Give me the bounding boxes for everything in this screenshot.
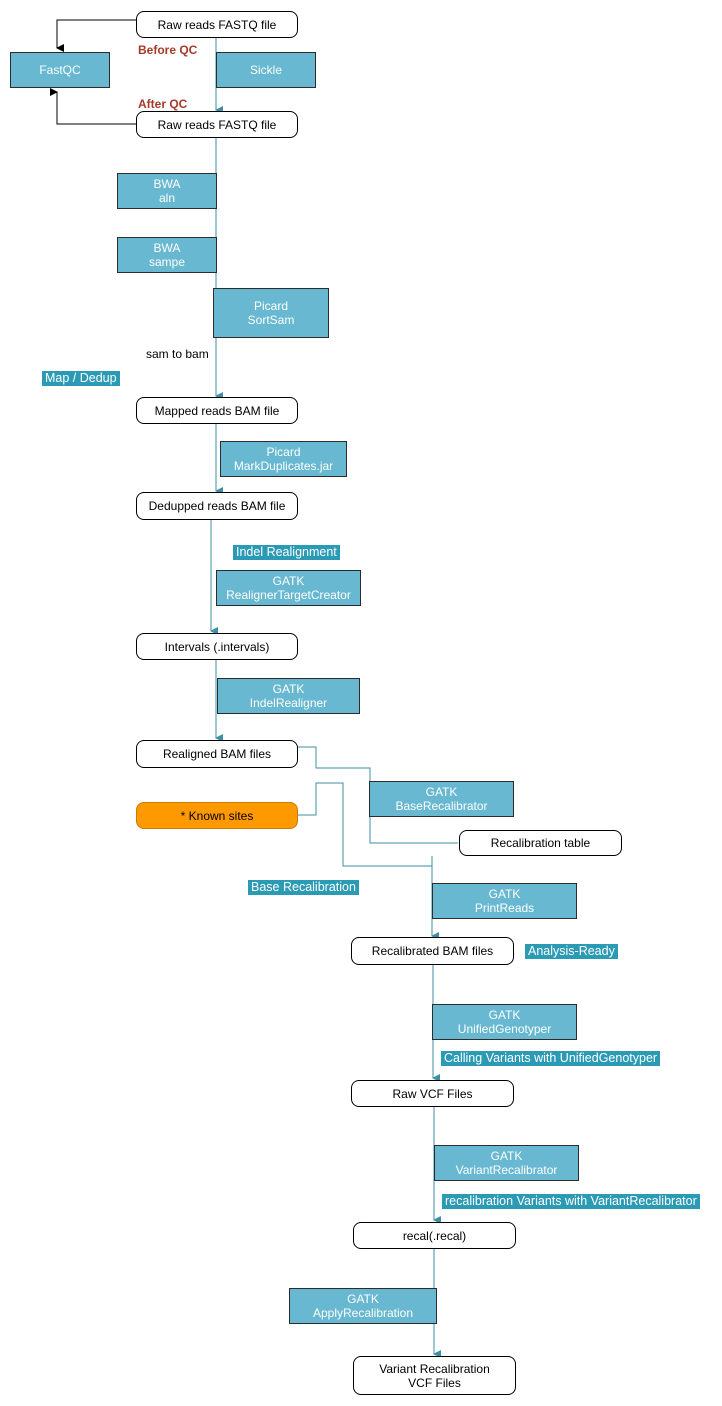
tool-label-2: aln: [158, 191, 175, 205]
tool-label-1: GATK: [347, 1292, 379, 1306]
stage-map-dedup: Map / Dedup: [42, 371, 120, 386]
label-sam-to-bam: sam to bam: [146, 347, 209, 361]
node-label-line2: VCF Files: [408, 1375, 461, 1390]
node-realigned-bam[interactable]: Realigned BAM files: [136, 740, 298, 768]
tool-label-1: GATK: [488, 1008, 521, 1022]
stage-recal-variants: recalibration Variants with VariantRecal…: [442, 1194, 700, 1209]
tool-label: Sickle: [249, 63, 282, 77]
tool-label-1: BWA: [153, 241, 181, 255]
tool-label-2: BaseRecalibrator: [395, 799, 488, 813]
node-label: Recalibrated BAM files: [371, 944, 494, 958]
tool-label-2: PrintReads: [474, 901, 535, 915]
tool-label-2: ApplyRecalibration: [312, 1306, 414, 1320]
tool-gatk-printreads[interactable]: GATK PrintReads: [432, 883, 577, 919]
node-label: * Known sites: [180, 808, 254, 823]
tool-fastqc[interactable]: FastQC: [10, 52, 110, 88]
tool-gatk-ug[interactable]: GATK UnifiedGenotyper: [432, 1004, 577, 1040]
tool-label-1: GATK: [272, 574, 305, 588]
tool-picard-markdup[interactable]: Picard MarkDuplicates.jar: [220, 441, 347, 477]
node-label: Mapped reads BAM file: [154, 403, 280, 418]
node-label: Recalibration table: [490, 836, 591, 850]
stage-indel-realignment: Indel Realignment: [233, 545, 340, 560]
label-after-qc: After QC: [138, 97, 188, 111]
tool-label-2: MarkDuplicates.jar: [233, 459, 334, 473]
tool-label-1: Picard: [266, 445, 301, 459]
tool-label-1: Picard: [253, 299, 288, 313]
tool-gatk-indelrealigner[interactable]: GATK IndelRealigner: [217, 678, 360, 714]
tool-label-1: GATK: [488, 887, 521, 901]
edge-raw2-fastqc: [50, 88, 136, 125]
tool-gatk-rtc[interactable]: GATK RealignerTargetCreator: [216, 570, 361, 606]
node-recal[interactable]: recal(.recal): [353, 1222, 516, 1249]
node-label: Dedupped reads BAM file: [148, 499, 286, 513]
node-mapped-bam[interactable]: Mapped reads BAM file: [136, 397, 298, 424]
node-raw-fastq-before[interactable]: Raw reads FASTQ file: [136, 11, 298, 38]
stage-base-recalibration: Base Recalibration: [248, 880, 359, 895]
tool-label-1: GATK: [425, 785, 458, 799]
pipeline-diagram: Raw reads FASTQ file Raw reads FASTQ fil…: [0, 0, 722, 1406]
stage-analysis-ready: Analysis-Ready: [525, 944, 618, 959]
tool-label-2: RealignerTargetCreator: [226, 588, 351, 602]
node-recal-table[interactable]: Recalibration table: [459, 830, 622, 856]
stage-calling-variants: Calling Variants with UnifiedGenotyper: [441, 1051, 661, 1066]
node-label: Intervals (.intervals): [164, 639, 270, 654]
tool-label-2: UnifiedGenotyper: [457, 1022, 552, 1036]
tool-label: FastQC: [39, 63, 81, 77]
tool-label-2: VariantRecalibrator: [455, 1163, 558, 1177]
tool-label-1: BWA: [153, 177, 181, 191]
tool-gatk-baserecal[interactable]: GATK BaseRecalibrator: [369, 781, 514, 817]
tool-picard-sortsam[interactable]: Picard SortSam: [213, 288, 329, 338]
node-dedupped-bam[interactable]: Dedupped reads BAM file: [136, 492, 298, 520]
node-label: Raw VCF Files: [392, 1086, 473, 1101]
tool-label-1: GATK: [490, 1149, 523, 1163]
tool-bwa-sampe[interactable]: BWA sampe: [117, 237, 217, 273]
node-intervals[interactable]: Intervals (.intervals): [136, 633, 298, 660]
tool-label-2: IndelRealigner: [249, 696, 328, 710]
label-before-qc: Before QC: [138, 43, 198, 57]
node-raw-fastq-after[interactable]: Raw reads FASTQ file: [136, 111, 298, 138]
node-label: Realigned BAM files: [162, 747, 272, 761]
tool-label-1: GATK: [272, 682, 305, 696]
tool-bwa-aln[interactable]: BWA aln: [117, 173, 217, 209]
tool-label-2: sampe: [148, 255, 186, 269]
node-known-sites[interactable]: * Known sites: [136, 802, 298, 829]
tool-label-2: SortSam: [247, 313, 295, 327]
tool-sickle[interactable]: Sickle: [216, 52, 316, 88]
edge-raw1-fastqc: [56, 19, 136, 52]
node-raw-vcf[interactable]: Raw VCF Files: [351, 1080, 514, 1107]
tool-gatk-apply[interactable]: GATK ApplyRecalibration: [289, 1288, 437, 1324]
node-label: Raw reads FASTQ file: [157, 117, 277, 132]
node-variant-recal-vcf[interactable]: Variant Recalibration VCF Files: [353, 1356, 516, 1395]
node-label-line1: Variant Recalibration: [379, 1361, 490, 1376]
node-recalibrated-bam[interactable]: Recalibrated BAM files: [351, 937, 514, 965]
node-label: Raw reads FASTQ file: [157, 17, 277, 32]
tool-gatk-vr[interactable]: GATK VariantRecalibrator: [434, 1145, 579, 1181]
node-label: recal(.recal): [402, 1228, 467, 1243]
